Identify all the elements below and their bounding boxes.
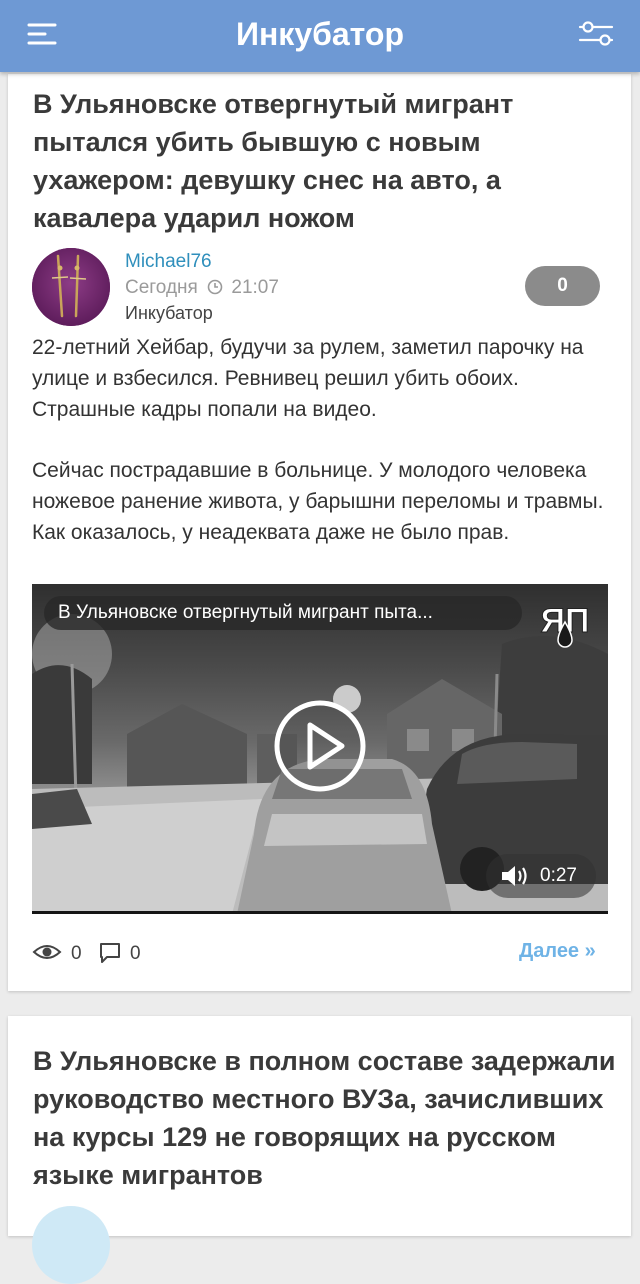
volume-icon[interactable] xyxy=(500,864,530,888)
post-paragraph: 22-летний Хейбар, будучи за рулем, замет… xyxy=(32,336,584,421)
author-name[interactable]: Michael76 xyxy=(125,251,212,273)
author-avatar[interactable] xyxy=(32,248,110,326)
post-card: В Ульяновске отвергнутый мигрант пытался… xyxy=(8,74,631,991)
post-paragraph: Сейчас пострадавшие в больнице. У молодо… xyxy=(32,459,604,544)
video-controls: 0:27 xyxy=(486,854,596,898)
post-date-time: Сегодня 21:07 xyxy=(125,277,279,299)
post-title[interactable]: В Ульяновске в полном составе задержали … xyxy=(33,1042,618,1194)
play-button[interactable] xyxy=(274,700,366,792)
video-duration: 0:27 xyxy=(540,865,577,886)
eye-icon xyxy=(32,942,62,967)
video-player[interactable]: В Ульяновске отвергнутый мигрант пыта...… xyxy=(32,584,608,914)
video-title[interactable]: В Ульяновске отвергнутый мигрант пыта... xyxy=(44,596,522,630)
read-more-link[interactable]: Далее » xyxy=(519,940,596,963)
author-avatar[interactable] xyxy=(32,1206,110,1284)
post-date: Сегодня xyxy=(125,277,198,298)
top-app-bar: Инкубатор xyxy=(0,0,640,72)
comment-count-badge[interactable]: 0 xyxy=(525,266,600,306)
comments-count: 0 xyxy=(130,943,141,964)
play-icon xyxy=(274,700,366,792)
views-count: 0 xyxy=(71,943,82,964)
post-time: 21:07 xyxy=(231,277,279,298)
comment-icon[interactable] xyxy=(98,941,122,970)
channel-logo[interactable]: ЯП xyxy=(532,594,598,652)
post-category[interactable]: Инкубатор xyxy=(125,303,213,324)
filter-sliders-icon[interactable] xyxy=(576,18,616,50)
video-progress-track xyxy=(32,911,608,914)
post-card: В Ульяновске в полном составе задержали … xyxy=(8,1016,631,1284)
post-title[interactable]: В Ульяновске отвергнутый мигрант пытался… xyxy=(33,85,618,237)
clock-icon xyxy=(207,279,223,295)
app-title: Инкубатор xyxy=(235,16,405,52)
